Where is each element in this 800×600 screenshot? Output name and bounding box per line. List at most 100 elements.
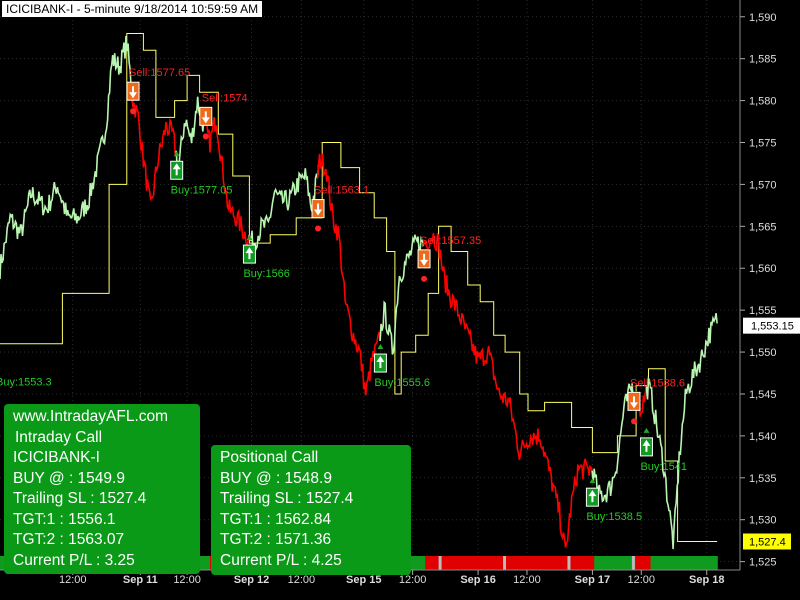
trend-strip-cell (512, 556, 519, 570)
trend-strip-marker (631, 556, 635, 570)
trend-strip-cell (537, 556, 544, 570)
trend-strip-cell (542, 556, 549, 570)
trend-strip-cell (496, 556, 503, 570)
trend-strip-cell (696, 556, 703, 570)
y-tick-label: 1,530 (749, 515, 777, 527)
trend-strip-marker (567, 556, 571, 570)
x-tick-label: 12:00 (59, 574, 87, 586)
y-tick-label: 1,575 (749, 138, 777, 150)
sell-label: Sell:1563.1 (314, 185, 369, 197)
positional-call-box: Positional Call BUY @ : 1548.9 Trailing … (211, 445, 411, 575)
trend-strip-cell (573, 556, 580, 570)
positional-buy: BUY @ : 1548.9 (220, 469, 332, 487)
trend-strip-cell (594, 556, 600, 570)
intraday-heading: Intraday Call (15, 428, 103, 446)
intraday-call-box: www.IntradayAFL.com Intraday Call ICICIB… (4, 404, 200, 574)
x-tick-label: Sep 12 (234, 574, 269, 586)
y-tick-label: 1,525 (749, 557, 777, 569)
intraday-pl: Current P/L : 3.25 (13, 551, 135, 569)
trend-strip-cell (450, 556, 457, 570)
positional-tgt1: TGT:1 : 1562.84 (220, 510, 332, 528)
y-tick-label: 1,555 (749, 305, 777, 317)
y-tick-label: 1,580 (749, 96, 777, 108)
y-tick-label: 1,545 (749, 389, 777, 401)
y-tick-label: 1,540 (749, 431, 777, 443)
intraday-buy: BUY @ : 1549.9 (13, 469, 125, 487)
intraday-tgt2: TGT:2 : 1563.07 (13, 531, 125, 548)
trend-strip-cell (645, 556, 652, 570)
trend-strip-cell (476, 556, 483, 570)
x-tick-label: 12:00 (627, 574, 655, 586)
trend-strip-cell (712, 556, 718, 570)
positional-trailing-sl: Trailing SL : 1527.4 (220, 490, 354, 507)
start-buy-label: Buy:1553.3 (0, 377, 52, 389)
trend-strip-cell (481, 556, 488, 570)
y-tick-label: 1,550 (749, 347, 777, 359)
y-tick-label: 1,570 (749, 179, 777, 191)
sell-marker-dot (315, 225, 322, 232)
trend-strip-cell (491, 556, 498, 570)
trend-strip-cell (589, 556, 595, 570)
trend-strip-cell (681, 556, 688, 570)
site-name: www.IntradayAFL.com (13, 408, 169, 425)
trend-strip-cell (599, 556, 606, 570)
trend-strip-cell (691, 556, 698, 570)
trend-strip-cell (461, 556, 467, 570)
trend-strip-cell (650, 556, 657, 570)
trend-strip-cell (578, 556, 585, 570)
x-tick-label: Sep 11 (123, 574, 158, 586)
x-tick-label: Sep 17 (575, 574, 610, 586)
trend-strip-cell (665, 556, 672, 570)
x-tick-label: 12:00 (173, 574, 201, 586)
trend-strip-cell (635, 556, 641, 570)
sell-marker-dot (202, 133, 209, 140)
trend-strip-cell (640, 556, 647, 570)
trend-strip-cell (204, 556, 211, 570)
x-tick-label: 12:00 (513, 574, 541, 586)
trend-strip-cell (558, 556, 565, 570)
trend-strip-cell (701, 556, 708, 570)
trend-strip-cell (527, 556, 534, 570)
sell-marker-dot (130, 108, 137, 115)
sell-marker-dot (421, 275, 428, 282)
trend-strip-cell (619, 556, 626, 570)
trend-strip-cell (624, 556, 631, 570)
sell-label: Sell:1557.35 (420, 235, 481, 247)
x-tick-label: 12:00 (399, 574, 427, 586)
trend-strip-cell (671, 556, 677, 570)
trend-strip-cell (532, 556, 539, 570)
trend-strip-cell (614, 556, 621, 570)
intraday-symbol: ICICIBANK-I (13, 449, 100, 466)
buy-label: Buy:1555.6 (374, 377, 430, 389)
x-tick-label: Sep 16 (460, 574, 495, 586)
trend-strip-cell (676, 556, 682, 570)
y-tick-label: 1,590 (749, 12, 777, 24)
trend-strip-cell (517, 556, 524, 570)
sell-marker-dot (630, 418, 637, 425)
trend-strip-cell (660, 556, 667, 570)
x-tick-label: 12:00 (288, 574, 316, 586)
y-tick-label: 1,565 (749, 221, 777, 233)
buy-label: Buy:1577.05 (171, 184, 233, 196)
trend-strip-cell (604, 556, 611, 570)
positional-tgt2: TGT:2 : 1571.36 (220, 531, 332, 548)
trend-strip-marker (503, 556, 507, 570)
x-tick-label: Sep 15 (346, 574, 381, 586)
trend-strip-cell (522, 556, 529, 570)
x-tick-label: Sep 18 (689, 574, 724, 586)
trend-strip-cell (655, 556, 662, 570)
y-tick-label: 1,535 (749, 473, 777, 485)
trend-strip-cell (199, 556, 206, 570)
trend-strip-marker (438, 556, 442, 570)
trend-strip-cell (430, 556, 437, 570)
sell-label: Sell:1574 (202, 92, 248, 104)
y-tick-label: 1,585 (749, 54, 777, 66)
trend-strip-cell (414, 556, 421, 570)
buy-label: Buy:1541 (640, 461, 686, 473)
last-price-tag-label: 1,553.15 (751, 321, 794, 333)
trend-strip-cell (583, 556, 590, 570)
trend-strip-cell (609, 556, 616, 570)
positional-heading: Positional Call (220, 449, 319, 466)
trend-strip-cell (466, 556, 472, 570)
trend-strip-cell (548, 556, 554, 570)
